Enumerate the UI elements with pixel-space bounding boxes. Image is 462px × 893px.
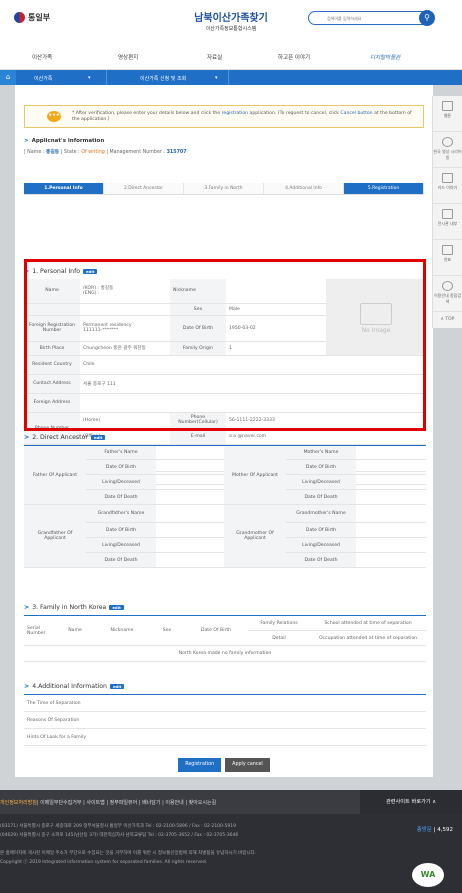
image-placeholder-icon <box>360 303 392 326</box>
main-content: ••• * After verification, please enter y… <box>15 85 433 777</box>
edit-additional-button[interactable]: edit <box>109 684 125 689</box>
search-box: ⚲ <box>308 10 435 26</box>
additional-info-table: The Time of Separation Reasons Of Separa… <box>24 694 426 746</box>
breadcrumb: ⌂ 이산가족 ▾ 이산가족 신청 및 조회 ▾ <box>0 70 462 85</box>
nav-archive[interactable]: 자료실 <box>207 53 222 61</box>
quick-webtoon[interactable]: 웹툰 <box>433 96 462 132</box>
breadcrumb-level2[interactable]: 이산가족 신청 및 조회 <box>140 75 186 82</box>
home-icon[interactable]: ⌂ <box>0 70 16 85</box>
registration-link[interactable]: registration <box>222 111 249 116</box>
related-sites-button[interactable]: 관련사이트 바로가기 ∧ <box>360 790 462 814</box>
main-nav: 이산가족 영상편지 자료실 하고픈 이야기 디지털박물관 <box>0 44 462 70</box>
visit-counter: 총방문 | 4,592 <box>416 827 453 833</box>
direct-ancestor-heading: > 2. Direct Ancestor edit <box>24 434 106 441</box>
wa-certification-logo: WA <box>412 863 444 887</box>
cancel-link[interactable]: Cancel button <box>340 111 372 116</box>
direct-ancestor-table: Father Of Applicant Father's Name Mother… <box>24 445 426 568</box>
book-icon <box>442 101 453 111</box>
edit-ancestor-button[interactable]: edit <box>90 435 106 440</box>
nav-digital-museum[interactable]: 디지털박물관 <box>370 53 400 61</box>
apply-cancel-button[interactable]: Apply cancel <box>225 758 270 772</box>
step-tabs: 1.Personal Info 2.Direct Ancestor 3.Fami… <box>24 183 424 195</box>
footer-info: (03171) 서울특별시 종로구 세종대로 209 정부서울청사 통일부 이산… <box>0 814 462 893</box>
tab-personal-info[interactable]: 1.Personal Info <box>24 183 104 194</box>
empty-row: North Korea made no family information <box>24 645 426 662</box>
calendar-icon <box>442 245 453 255</box>
tab-registration[interactable]: 5.Registration <box>344 183 424 194</box>
quick-timeline[interactable]: 연표 <box>433 240 462 276</box>
personal-info-heading: > 1. Personal Info edit <box>24 268 98 275</box>
chevron-right-icon: > <box>24 138 29 144</box>
applicant-photo: No Image <box>326 279 426 356</box>
footer-links: 개인정보처리방침| 이메일무단수집거부 | 사이트맵 | 정부파일뷰어 | 배너… <box>0 790 462 814</box>
tab-family-north[interactable]: 3.Family in North <box>184 183 264 194</box>
tab-additional-info[interactable]: 4.Additional Info <box>264 183 344 194</box>
applicant-summary: > Applicnat's information | Name : 홍길동 | … <box>24 138 187 155</box>
quick-video[interactable]: 한국 영상 시리어빙 <box>433 132 462 168</box>
site-header: 통일부 남북이산가족찾기 이산가족정보통합시스템 ⚲ <box>0 0 462 44</box>
search-input[interactable] <box>327 12 427 24</box>
additional-info-heading: > 4.Additional Information edit <box>24 683 125 690</box>
quick-guide[interactable]: 이용안내 종합검색 <box>433 276 462 312</box>
nav-video-letter[interactable]: 영상편지 <box>118 53 138 61</box>
tab-direct-ancestor[interactable]: 2.Direct Ancestor <box>104 183 184 194</box>
edit-north-button[interactable]: edit <box>109 605 124 610</box>
search-plus-icon <box>442 281 453 291</box>
quick-exhibition[interactable]: 전시관 내부 <box>433 204 462 240</box>
nav-dispersed-family[interactable]: 이산가족 <box>32 53 52 61</box>
quick-card[interactable]: 카드 이야기 <box>433 168 462 204</box>
speech-bubble-icon: ••• <box>47 111 61 122</box>
quick-menu: 웹툰 한국 영상 시리어빙 카드 이야기 전시관 내부 연표 이용안내 종합검색… <box>432 96 462 328</box>
edit-personal-button[interactable]: edit <box>83 269 98 274</box>
search-icon[interactable]: ⚲ <box>419 10 435 26</box>
privacy-policy-link[interactable]: 개인정보처리방침 <box>0 800 37 806</box>
registration-button[interactable]: Registration <box>178 758 222 772</box>
video-icon <box>442 137 453 147</box>
monitor-icon <box>442 209 453 219</box>
nav-stories[interactable]: 하고픈 이야기 <box>278 53 310 61</box>
notice-box: ••• * After verification, please enter y… <box>24 105 424 128</box>
north-family-heading: > 3. Family in North Korea edit <box>24 604 124 611</box>
north-family-table: Serial Number Name Nickname Sex Date Of … <box>24 615 426 662</box>
card-icon <box>442 173 453 183</box>
breadcrumb-level1[interactable]: 이산가족 <box>34 75 52 82</box>
scroll-top-button[interactable]: ∧ TOP <box>433 312 462 328</box>
footer-link-list[interactable]: | 이메일무단수집거부 | 사이트맵 | 정부파일뷰어 | 배너달기 | 이용안… <box>37 800 216 806</box>
